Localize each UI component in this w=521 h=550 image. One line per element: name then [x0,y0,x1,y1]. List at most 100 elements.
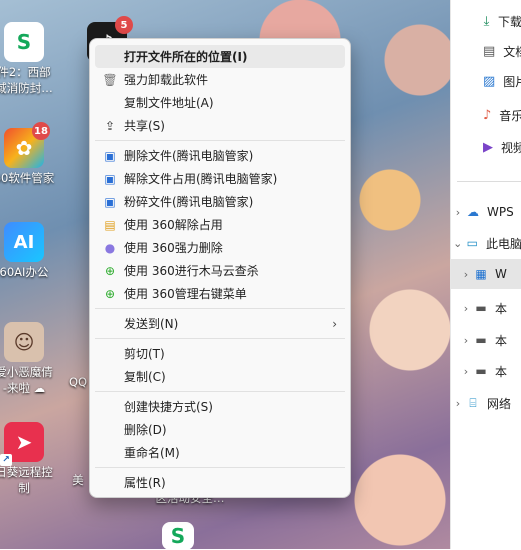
notification-badge: 18 [32,122,50,140]
menu-item-label: 使用 360进行木马云查杀 [124,264,259,278]
chevron-right-icon[interactable]: › [451,397,465,410]
tree-item-drive[interactable]: › ▬ 本 [451,356,521,386]
tree-item-this-pc[interactable]: ⌄ ▭ 此电脑 [451,228,521,258]
computer-icon: ▭ [466,236,478,250]
nav-item-pictures[interactable]: ▨ 图片 [451,66,521,96]
nav-item-label: 音乐 [499,108,521,123]
menu-separator [95,338,345,339]
menu-item-label: 重命名(M) [124,446,180,460]
tree-item-label: WPS [487,205,514,219]
menu-item-label: 复制(C) [124,370,166,384]
360-ai-icon: AI [4,222,44,262]
tree-item-windows-drive[interactable]: › ▦ W [451,259,521,289]
drive-icon: ▬ [475,301,487,315]
explorer-navigation-pane: ⤓ 下载 ▤ 文档 ▨ 图片 ♪ 音乐 ▶ 视频 › ☁ WPS ⌄ ▭ 此电脑… [450,0,521,549]
nav-item-videos[interactable]: ▶ 视频 [451,132,521,162]
menu-item-label: 强力卸载此软件 [124,73,209,87]
desktop-icon-spreadsheet-2[interactable]: S [136,522,220,550]
menu-item-360-unlock[interactable]: ▤ 使用 360解除占用 [95,213,345,236]
menu-item-360-manage-menu[interactable]: ⊕ 使用 360管理右键菜单 [95,282,345,305]
360-software-icon: ✿ 18 [4,122,50,168]
chevron-right-icon[interactable]: › [459,302,473,315]
menu-item-label: 删除(D) [124,423,167,437]
chevron-down-icon[interactable]: ⌄ [451,237,465,250]
menu-item-360-force-delete[interactable]: ● 使用 360强力删除 [95,236,345,259]
chevron-right-icon[interactable]: › [459,365,473,378]
drive-icon: ▬ [475,333,487,347]
pictures-icon: ▨ [483,73,496,89]
desktop-icon-label: -来啦 ☁ [2,381,46,395]
tree-item-wps[interactable]: › ☁ WPS [451,197,521,227]
menu-item-tencent-unlock[interactable]: ▣ 解除文件占用(腾讯电脑管家) [95,167,345,190]
chevron-right-icon[interactable]: › [459,334,473,347]
menu-item-force-uninstall[interactable]: 🗑 强力卸载此软件 [95,68,345,91]
360-scan-icon: ⊕ [104,263,116,278]
share-icon: ⇪ [104,118,116,133]
menu-item-cut[interactable]: 剪切(T) [95,342,345,365]
nav-item-downloads[interactable]: ⤓ 下载 [451,6,521,36]
menu-item-copy-file-path[interactable]: 复制文件地址(A) [95,91,345,114]
menu-item-label: 使用 360强力删除 [124,241,223,255]
menu-separator [95,391,345,392]
sunlogin-icon: ➤ ↗ [0,422,44,466]
nav-item-label: 文档 [503,44,521,59]
desktop-icon-360-ai[interactable]: AI 60AI办公 [0,222,66,282]
nav-item-label: 视频 [501,140,521,155]
tree-item-label: 此电脑 [485,236,521,251]
desktop-icon-sunlogin[interactable]: ➤ ↗ 日葵远程控 制 [0,422,66,498]
menu-item-share[interactable]: ⇪ 共享(S) [95,114,345,137]
desktop-icon-360-software[interactable]: ✿ 18 60软件管家 [0,122,66,188]
nav-item-label: 下载 [497,14,521,29]
menu-separator [95,140,345,141]
menu-item-copy[interactable]: 复制(C) [95,365,345,388]
notification-badge: 5 [115,16,133,34]
desktop-icon-label: 60软件管家 [0,171,55,185]
nav-item-music[interactable]: ♪ 音乐 [451,100,521,130]
menu-item-label: 使用 360管理右键菜单 [124,287,247,301]
chevron-right-icon[interactable]: › [459,268,473,281]
context-menu: 打开文件所在的位置(I) 🗑 强力卸载此软件 复制文件地址(A) ⇪ 共享(S)… [89,38,351,498]
menu-item-properties[interactable]: 属性(R) [95,471,345,494]
menu-item-create-shortcut[interactable]: 创建快捷方式(S) [95,395,345,418]
menu-item-rename[interactable]: 重命名(M) [95,441,345,464]
tree-item-drive[interactable]: › ▬ 本 [451,325,521,355]
chevron-right-icon[interactable]: › [451,206,465,219]
menu-item-tencent-shred[interactable]: ▣ 粉碎文件(腾讯电脑管家) [95,190,345,213]
menu-item-label: 粉碎文件(腾讯电脑管家) [124,195,254,209]
nav-item-documents[interactable]: ▤ 文档 [451,36,521,66]
menu-separator [95,467,345,468]
trash-icon: 🗑 [102,72,118,87]
drive-icon: ▬ [475,364,487,378]
tencent-delete-icon: ▣ [104,148,116,163]
anime-avatar-icon: ☺ [4,322,44,362]
tree-item-drive[interactable]: › ▬ 本 [451,293,521,323]
360-delete-icon: ● [104,240,116,255]
360-menu-icon: ⊕ [104,286,116,301]
tree-item-label: W [495,267,507,281]
desktop-icon-label: 60AI办公 [0,265,49,279]
cloud-icon: ☁ [467,205,479,219]
document-icon: ▤ [483,43,496,59]
menu-item-label: 删除文件(腾讯电脑管家) [124,149,254,163]
desktop-icon-anime[interactable]: ☺ 爱小恶魔倩 -来啦 ☁ [0,322,66,398]
menu-item-label: 共享(S) [124,119,165,133]
desktop-icon-spreadsheet[interactable]: S 件2：西部 域消防封… [0,22,66,98]
menu-item-label: 解除文件占用(腾讯电脑管家) [124,172,278,186]
desktop-icon-label: 域消防封… [0,81,53,95]
menu-item-delete[interactable]: 删除(D) [95,418,345,441]
tree-item-network[interactable]: › ⌸ 网络 [451,388,521,418]
download-icon: ⤓ [483,13,490,29]
shortcut-arrow-icon: ↗ [0,454,12,466]
menu-item-tencent-delete[interactable]: ▣ 删除文件(腾讯电脑管家) [95,144,345,167]
360-unlock-icon: ▤ [104,217,116,232]
menu-item-360-trojan-scan[interactable]: ⊕ 使用 360进行木马云查杀 [95,259,345,282]
windows-drive-icon: ▦ [475,267,487,281]
spreadsheet-icon: S [162,522,194,550]
menu-item-label: 创建快捷方式(S) [124,400,213,414]
nav-item-label: 图片 [503,74,521,89]
divider [457,181,521,182]
menu-item-open-file-location[interactable]: 打开文件所在的位置(I) [95,45,345,68]
tencent-unlock-icon: ▣ [104,171,116,186]
menu-item-send-to[interactable]: 发送到(N) › [95,312,345,335]
menu-item-label: 剪切(T) [124,347,165,361]
